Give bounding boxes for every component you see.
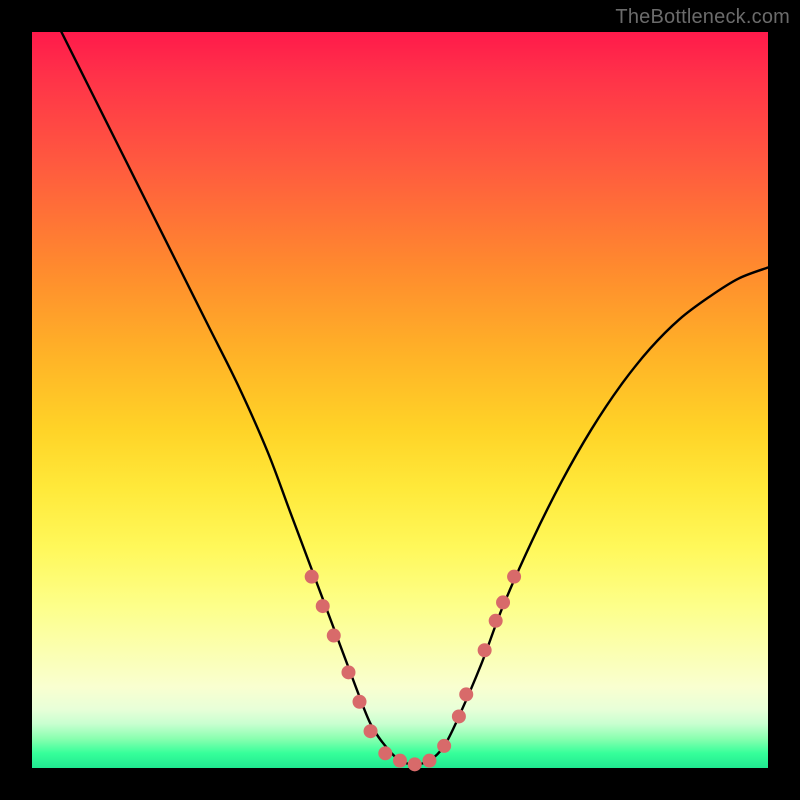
curve-marker [437, 739, 451, 753]
curve-marker [353, 695, 367, 709]
curve-marker [507, 570, 521, 584]
curve-markers [305, 570, 521, 772]
curve-marker [459, 687, 473, 701]
curve-marker [316, 599, 330, 613]
watermark-text: TheBottleneck.com [615, 6, 790, 29]
curve-marker [341, 665, 355, 679]
curve-marker [422, 754, 436, 768]
curve-marker [496, 595, 510, 609]
bottleneck-curve-svg [32, 32, 768, 768]
curve-marker [489, 614, 503, 628]
plot-area [32, 32, 768, 768]
curve-marker [393, 754, 407, 768]
curve-marker [408, 757, 422, 771]
curve-marker [478, 643, 492, 657]
curve-marker [378, 746, 392, 760]
curve-marker [452, 709, 466, 723]
bottleneck-curve [61, 32, 768, 764]
curve-marker [364, 724, 378, 738]
chart-frame: TheBottleneck.com [0, 0, 800, 800]
curve-marker [305, 570, 319, 584]
curve-marker [327, 629, 341, 643]
